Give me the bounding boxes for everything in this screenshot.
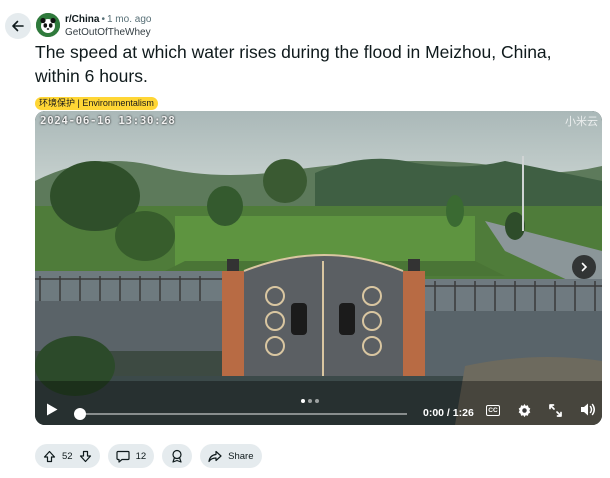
play-button[interactable] — [45, 402, 59, 417]
back-button[interactable] — [5, 13, 31, 39]
progress-knob[interactable] — [74, 408, 86, 420]
captions-icon[interactable]: CC — [486, 405, 500, 416]
post-actions: 52 12 Share — [35, 444, 262, 468]
fullscreen-button[interactable] — [548, 403, 563, 418]
time-readout: 0:00 / 1:26 — [423, 407, 474, 419]
award-icon — [170, 449, 184, 463]
comment-count: 12 — [135, 450, 147, 462]
meta-separator: • — [101, 14, 105, 25]
share-icon — [208, 450, 222, 463]
settings-button[interactable] — [517, 403, 532, 418]
upvote-icon[interactable] — [43, 450, 56, 463]
post-title[interactable]: The speed at which water rises during th… — [35, 40, 600, 88]
back-arrow-icon — [11, 19, 25, 33]
settings-gear-icon — [517, 403, 532, 418]
play-icon — [45, 402, 59, 417]
next-chevron-icon — [579, 262, 589, 272]
video-controls: 0:00 / 1:26 CC — [35, 391, 602, 425]
comments-button[interactable]: 12 — [107, 444, 155, 468]
volume-icon — [580, 402, 596, 417]
vote-pill: 52 — [35, 444, 100, 468]
vote-count: 52 — [62, 450, 73, 462]
video-player[interactable]: 2024-06-16 13:30:28 小米云 0:00 / 1:26 CC — [35, 111, 602, 425]
comment-icon — [115, 450, 130, 463]
volume-button[interactable] — [580, 402, 596, 417]
video-timestamp-overlay: 2024-06-16 13:30:28 — [40, 114, 176, 127]
video-watermark: 小米云 — [565, 116, 598, 128]
subreddit-avatar-icon[interactable] — [36, 13, 60, 37]
downvote-icon[interactable] — [79, 450, 92, 463]
share-button[interactable]: Share — [200, 444, 262, 468]
share-label: Share — [228, 450, 254, 462]
post-meta: r/China • 1 mo. ago GetOutOfTheWhey — [65, 14, 151, 39]
video-frame — [35, 111, 602, 425]
next-media-button[interactable] — [572, 255, 596, 279]
post-time: 1 mo. ago — [106, 14, 152, 25]
progress-bar[interactable] — [74, 408, 407, 420]
post-flair[interactable]: 环境保护 | Environmentalism — [35, 97, 158, 110]
fullscreen-icon — [548, 403, 563, 418]
subreddit-link[interactable]: r/China — [65, 14, 99, 25]
author-link[interactable]: GetOutOfTheWhey — [65, 27, 151, 39]
award-button[interactable] — [162, 444, 193, 468]
